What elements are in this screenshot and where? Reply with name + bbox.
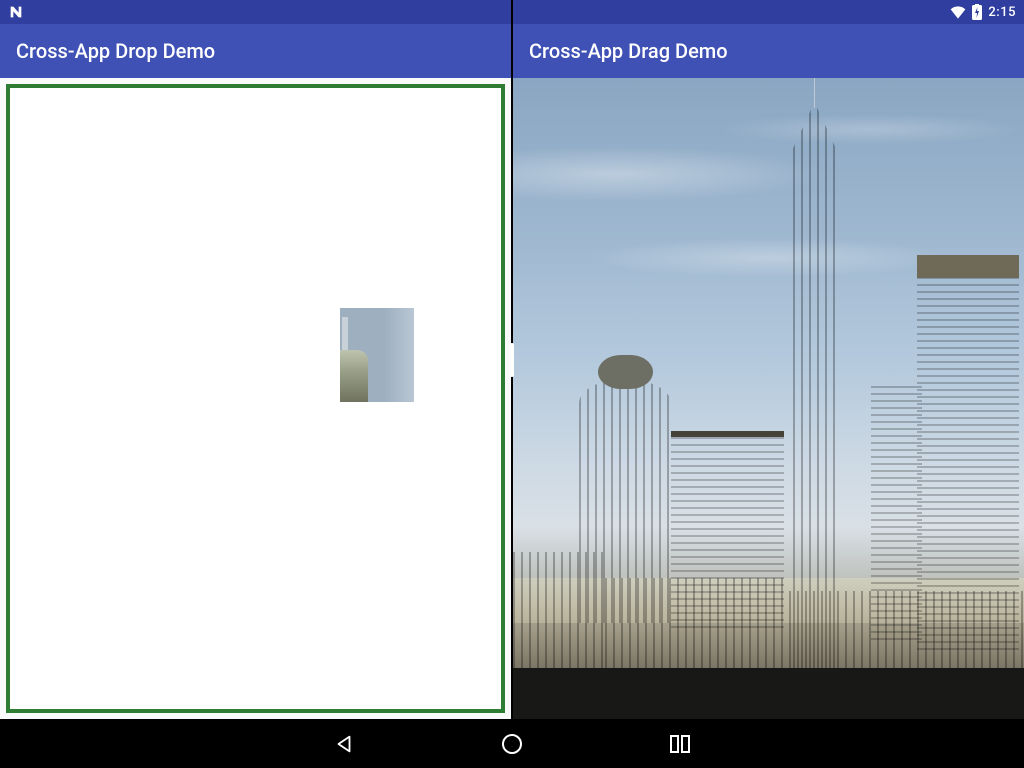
nav-back-button[interactable] xyxy=(330,730,358,758)
status-bar-left xyxy=(0,0,511,24)
draggable-source-image[interactable] xyxy=(513,78,1024,719)
drop-target-zone[interactable] xyxy=(6,84,505,713)
right-app-bar: Cross-App Drag Demo xyxy=(513,24,1024,78)
nav-home-button[interactable] xyxy=(498,730,526,758)
device-frame: Cross-App Drop Demo xyxy=(0,0,1024,768)
left-app-title: Cross-App Drop Demo xyxy=(16,39,215,63)
wifi-icon xyxy=(950,5,966,19)
split-screen-drag-handle[interactable] xyxy=(510,343,514,377)
right-app-title: Cross-App Drag Demo xyxy=(529,39,728,63)
status-clock: 2:15 xyxy=(988,5,1016,20)
split-screen-container: Cross-App Drop Demo xyxy=(0,0,1024,719)
right-app-pane: 2:15 Cross-App Drag Demo xyxy=(513,0,1024,719)
battery-charging-icon xyxy=(972,4,982,20)
left-app-content xyxy=(0,78,511,719)
status-bar-right: 2:15 xyxy=(513,0,1024,24)
left-app-bar: Cross-App Drop Demo xyxy=(0,24,511,78)
system-navigation-bar xyxy=(0,719,1024,768)
drag-shadow-thumbnail[interactable] xyxy=(340,308,414,402)
left-app-pane: Cross-App Drop Demo xyxy=(0,0,513,719)
nav-recents-button[interactable] xyxy=(666,730,694,758)
status-right-group: 2:15 xyxy=(950,4,1016,20)
right-app-content xyxy=(513,78,1024,719)
android-n-icon xyxy=(8,4,24,20)
thumbnail-image xyxy=(340,308,414,402)
status-left-group xyxy=(8,4,503,20)
